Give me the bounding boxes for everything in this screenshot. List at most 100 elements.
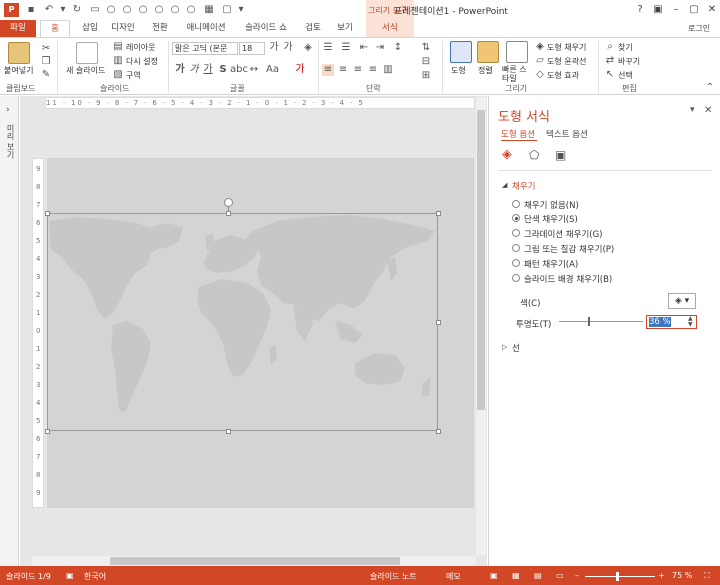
- font-size-combo[interactable]: 18: [239, 42, 265, 55]
- fill-color-picker[interactable]: ◈ ▾: [668, 293, 696, 309]
- shape-effects-icon[interactable]: ◇: [534, 69, 546, 81]
- tab-file[interactable]: 파일: [0, 20, 36, 37]
- radio-no-fill[interactable]: [512, 200, 520, 208]
- fill-section-header[interactable]: 채우기: [512, 180, 535, 192]
- radio-label-background-fill[interactable]: 슬라이드 배경 채우기(B): [524, 273, 612, 285]
- radio-pattern-fill[interactable]: [512, 259, 520, 267]
- shape-fill-button[interactable]: 도형 채우기: [547, 42, 586, 53]
- slide-sorter-icon[interactable]: ▦: [512, 571, 520, 580]
- arrange-button[interactable]: 정렬: [478, 65, 493, 76]
- quick-circle-2-icon[interactable]: ○: [136, 3, 150, 17]
- zoom-level[interactable]: 75 %: [672, 571, 692, 580]
- shape-outline-icon[interactable]: ▱: [534, 55, 546, 67]
- select-icon[interactable]: ↖: [604, 69, 616, 81]
- shape-fill-icon[interactable]: ◈: [534, 41, 546, 53]
- radio-gradient-fill[interactable]: [512, 229, 520, 237]
- powerpoint-app-icon[interactable]: P: [4, 3, 19, 17]
- line-section-header[interactable]: 선: [512, 342, 520, 354]
- find-icon[interactable]: ⌕: [604, 41, 616, 53]
- zoom-slider-thumb[interactable]: [616, 572, 619, 581]
- justify-icon[interactable]: ≡: [367, 64, 379, 76]
- vertical-scroll-thumb[interactable]: [477, 110, 485, 410]
- pane-options-icon[interactable]: ▾: [690, 105, 695, 115]
- section-button[interactable]: 구역: [126, 70, 141, 81]
- radio-picture-fill[interactable]: [512, 244, 520, 252]
- quick-circle-3-icon[interactable]: ○: [152, 3, 166, 17]
- shape-effects-button[interactable]: 도형 효과: [547, 70, 579, 81]
- normal-view-icon[interactable]: ▣: [490, 571, 498, 580]
- size-properties-icon[interactable]: ▣: [555, 148, 566, 162]
- customize-toolbar-icon[interactable]: ▾: [234, 3, 248, 17]
- slideshow-view-icon[interactable]: ▭: [556, 571, 564, 580]
- resize-handle[interactable]: [436, 211, 441, 216]
- shape-outline-button[interactable]: 도형 윤곽선: [547, 56, 586, 67]
- horizontal-scroll-thumb[interactable]: [110, 557, 400, 565]
- tab-design[interactable]: 디자인: [106, 20, 140, 37]
- zoom-out-icon[interactable]: –: [575, 571, 579, 580]
- radio-background-fill[interactable]: [512, 274, 520, 282]
- resize-handle[interactable]: [226, 211, 231, 216]
- resize-handle[interactable]: [45, 429, 50, 434]
- align-text-icon[interactable]: ⊟: [420, 56, 432, 68]
- shrink-font-icon[interactable]: 가: [282, 42, 294, 54]
- tab-slideshow[interactable]: 슬라이드 쇼: [238, 20, 294, 37]
- tab-text-options[interactable]: 텍스트 옵션: [546, 128, 588, 140]
- align-right-icon[interactable]: ≡: [352, 64, 364, 76]
- redo-icon[interactable]: ↻: [70, 3, 84, 17]
- arrange-icon[interactable]: [477, 41, 499, 63]
- undo-icon[interactable]: ↶: [42, 3, 56, 17]
- cut-icon[interactable]: ✂: [40, 43, 52, 55]
- resize-handle[interactable]: [436, 429, 441, 434]
- rotate-handle[interactable]: [224, 198, 233, 207]
- zoom-slider-track[interactable]: [585, 576, 655, 577]
- layout-button[interactable]: 레이아웃: [126, 42, 155, 53]
- radio-label-picture-fill[interactable]: 그림 또는 질감 채우기(P): [524, 243, 614, 255]
- increase-indent-icon[interactable]: ⇥: [374, 42, 386, 54]
- fit-slide-icon[interactable]: ⛶: [704, 571, 710, 581]
- thumbnail-pane-label[interactable]: 미리 보기: [6, 124, 16, 159]
- radio-label-solid-fill[interactable]: 단색 채우기(S): [524, 213, 578, 225]
- quick-layout-icon[interactable]: ▦: [202, 3, 216, 17]
- tab-transitions[interactable]: 전환: [146, 20, 174, 37]
- format-painter-icon[interactable]: ✎: [40, 69, 52, 81]
- tab-shape-options[interactable]: 도형 옵션: [501, 128, 535, 140]
- shadow-icon[interactable]: S: [217, 64, 229, 76]
- new-slide-button[interactable]: 새 슬라이드: [66, 65, 105, 76]
- reset-button[interactable]: 다시 설정: [126, 56, 158, 67]
- transparency-slider-thumb[interactable]: [588, 317, 590, 326]
- transparency-spinner-icon[interactable]: ▲ ▼: [688, 316, 693, 328]
- comment-icon[interactable]: ▢: [220, 3, 234, 17]
- clear-format-icon[interactable]: ◈: [302, 42, 314, 54]
- radio-solid-fill[interactable]: [512, 214, 520, 222]
- find-button[interactable]: 찾기: [618, 42, 633, 53]
- save-icon[interactable]: ▪: [24, 3, 38, 17]
- shapes-icon[interactable]: [450, 41, 472, 63]
- shapes-button[interactable]: 도형: [451, 65, 466, 76]
- section-icon[interactable]: ▧: [112, 69, 124, 81]
- tab-review[interactable]: 검토: [300, 20, 326, 37]
- change-case-icon[interactable]: Aa: [266, 64, 279, 76]
- transparency-slider-track[interactable]: [559, 321, 643, 322]
- bold-icon[interactable]: 가: [174, 64, 186, 76]
- font-color-icon[interactable]: 가: [294, 64, 306, 76]
- underline-icon[interactable]: 가: [202, 64, 214, 76]
- columns-icon[interactable]: ▥: [382, 64, 394, 76]
- fill-line-icon[interactable]: ◈: [502, 147, 512, 162]
- replace-icon[interactable]: ⇄: [604, 55, 616, 67]
- maximize-icon[interactable]: ▢: [686, 2, 702, 18]
- tab-format[interactable]: 서식: [366, 20, 414, 37]
- tab-home[interactable]: 홈: [40, 20, 70, 38]
- tab-insert[interactable]: 삽입: [76, 20, 104, 37]
- spellcheck-icon[interactable]: ▣: [66, 571, 74, 580]
- radio-label-no-fill[interactable]: 채우기 없음(N): [524, 199, 579, 211]
- tab-animations[interactable]: 애니메이션: [180, 20, 232, 37]
- text-direction-icon[interactable]: ⇅: [420, 42, 432, 54]
- expand-line-icon[interactable]: ▷: [502, 343, 507, 351]
- align-left-icon[interactable]: ≡: [322, 64, 334, 76]
- tab-view[interactable]: 보기: [332, 20, 358, 37]
- slideshow-start-icon[interactable]: ▭: [88, 3, 102, 17]
- paste-button[interactable]: 붙여넣기: [4, 65, 33, 76]
- quick-styles-icon[interactable]: [506, 41, 528, 63]
- italic-icon[interactable]: 가: [188, 64, 200, 76]
- shape-selection-frame[interactable]: [47, 213, 438, 431]
